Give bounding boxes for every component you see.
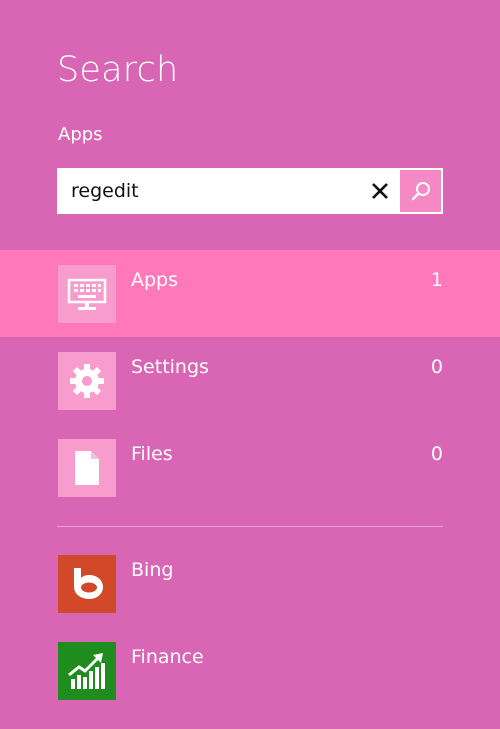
document-icon xyxy=(75,451,99,485)
app-label: Finance xyxy=(131,646,204,668)
search-pane-title: Search xyxy=(57,50,179,90)
search-icon xyxy=(411,182,430,201)
app-label: Bing xyxy=(131,559,174,581)
category-label: Apps xyxy=(131,269,179,291)
settings-tile xyxy=(58,352,116,410)
category-settings[interactable]: Settings 0 xyxy=(0,337,500,424)
gear-icon xyxy=(70,364,104,398)
finance-chart-icon xyxy=(68,653,105,689)
category-count: 0 xyxy=(430,443,443,465)
keyboard-monitor-icon xyxy=(67,278,107,310)
category-count: 0 xyxy=(430,356,443,378)
section-divider xyxy=(57,526,443,527)
apps-tile xyxy=(58,265,116,323)
app-item-bing[interactable]: Bing xyxy=(0,555,500,642)
search-input[interactable] xyxy=(71,169,361,213)
search-scope-label: Apps xyxy=(58,124,103,145)
search-box[interactable] xyxy=(57,168,443,214)
search-button[interactable] xyxy=(400,170,441,212)
category-apps[interactable]: Apps 1 xyxy=(0,250,500,337)
clear-search-button[interactable] xyxy=(362,169,398,213)
category-count: 1 xyxy=(430,269,443,291)
finance-tile xyxy=(58,642,116,700)
app-item-finance[interactable]: Finance xyxy=(0,642,500,729)
category-label: Settings xyxy=(131,356,209,378)
close-icon xyxy=(372,183,388,199)
files-tile xyxy=(58,439,116,497)
bing-tile xyxy=(58,555,116,613)
category-files[interactable]: Files 0 xyxy=(0,424,500,511)
category-label: Files xyxy=(131,443,173,465)
bing-icon xyxy=(74,568,103,599)
